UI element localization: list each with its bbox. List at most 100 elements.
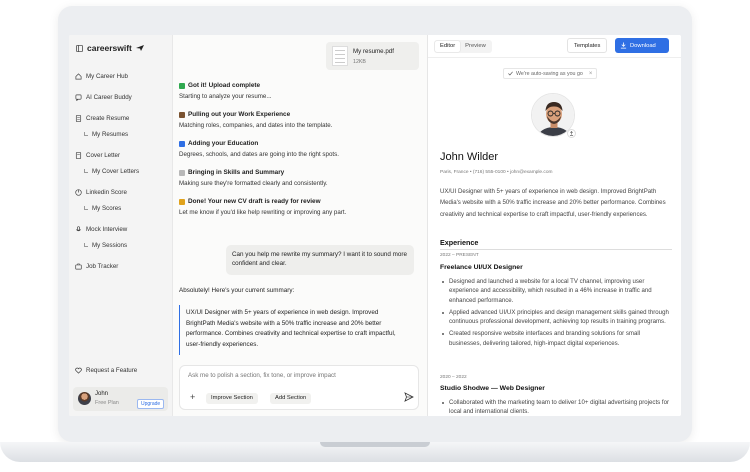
job-dates[interactable]: 2020 – 2022 [440, 375, 467, 380]
quoted-summary: UX/UI Designer with 5+ years of experien… [179, 305, 415, 355]
resume-contact[interactable]: Paris, France • (716) 555-0100 • john@ex… [440, 170, 552, 175]
user-message: Can you help me rewrite my summary? I wa… [226, 245, 414, 275]
sidebar-item-linkedin-score[interactable]: Linkedin Score [75, 185, 169, 199]
editor-panel: Editor Preview Templates Download We're … [428, 35, 681, 416]
sidebar-item-label: My Career Hub [86, 72, 128, 80]
speech-bubble-icon [179, 169, 185, 176]
file-size: 12KB [353, 59, 366, 65]
document-icon [75, 151, 82, 159]
briefcase-icon [179, 111, 185, 118]
step-done: Done! Your new CV draft is ready for rev… [179, 197, 419, 217]
step-title: Got it! Upload complete [188, 82, 261, 89]
resume-summary[interactable]: UX/UI Designer with 5+ years of experien… [440, 186, 672, 220]
tree-branch-icon [84, 132, 88, 136]
file-thumbnail-icon [332, 46, 348, 66]
resume-name[interactable]: John Wilder [440, 151, 498, 163]
download-button[interactable]: Download [615, 38, 669, 53]
sidebar-item-create-resume[interactable]: Create Resume [75, 111, 169, 125]
user-name: John [95, 391, 109, 397]
list-item[interactable]: Designed and launched a website for a lo… [440, 277, 672, 305]
briefcase-icon [75, 263, 82, 269]
sidebar-item-ai-career-buddy[interactable]: AI Career Buddy [75, 90, 169, 104]
user-plan: Free Plan [95, 400, 119, 406]
autosave-text: We're auto-saving as you go [516, 70, 583, 77]
step-description: Matching roles, companies, and dates int… [179, 122, 333, 129]
download-icon [620, 42, 627, 49]
avatar [78, 392, 91, 405]
sidebar-item-label: My Scores [92, 204, 122, 212]
sidebar-item-my-resumes[interactable]: My Resumes [75, 127, 169, 141]
upgrade-button[interactable]: Upgrade [137, 399, 165, 409]
sidebar-item-mock-interview[interactable]: Mock Interview [75, 222, 169, 236]
laptop-notch [320, 442, 430, 447]
templates-button[interactable]: Templates [567, 38, 608, 53]
list-item[interactable]: Collaborated with the marketing team to … [440, 398, 672, 416]
chat-input[interactable] [188, 372, 408, 379]
sidebar-item-label: AI Career Buddy [86, 93, 132, 101]
sidebar-item-my-sessions[interactable]: My Sessions [75, 238, 169, 252]
chat-icon [75, 94, 82, 101]
experience-heading[interactable]: Experience [440, 238, 478, 247]
step-title: Adding your Education [188, 140, 259, 147]
list-item[interactable]: Created responsive website interfaces an… [440, 329, 672, 348]
add-section-chip[interactable]: Add Section [270, 393, 312, 404]
plus-icon[interactable]: + [190, 392, 195, 402]
job-title[interactable]: Freelance UI/UX Designer [440, 264, 523, 271]
tree-branch-icon [84, 243, 88, 247]
request-feature-label: Request a Feature [86, 367, 138, 374]
tree-branch-icon [84, 206, 88, 210]
app-window: careerswift My Career Hub AI Career Budd… [69, 35, 681, 416]
step-title: Done! Your new CV draft is ready for rev… [188, 198, 321, 205]
tree-branch-icon [84, 169, 88, 173]
job-title[interactable]: Studio Shodwe — Web Designer [440, 385, 545, 392]
step-work-experience: Pulling out your Work Experience Matchin… [179, 110, 419, 130]
sidebar: careerswift My Career Hub AI Career Budd… [69, 35, 173, 416]
job-bullets: Designed and launched a website for a lo… [440, 277, 672, 351]
section-divider [440, 249, 672, 250]
book-icon [179, 140, 185, 147]
divider [428, 57, 681, 58]
chart-icon [75, 188, 82, 196]
step-education: Adding your Education Degrees, schools, … [179, 139, 419, 159]
document-icon [75, 114, 82, 122]
upload-icon[interactable] [567, 129, 576, 138]
user-card[interactable]: John Free Plan Upgrade [73, 387, 168, 411]
step-description: Making sure they're formatted clearly an… [179, 180, 328, 187]
sidebar-item-job-tracker[interactable]: Job Tracker [75, 259, 169, 273]
send-icon[interactable] [404, 392, 414, 402]
paper-plane-icon [135, 45, 144, 51]
step-skills-summary: Bringing in Skills and Summary Making su… [179, 168, 419, 188]
sidebar-item-my-career-hub[interactable]: My Career Hub [75, 69, 169, 83]
microphone-icon [76, 225, 81, 231]
sidebar-item-label: Create Resume [86, 114, 130, 122]
assistant-reply: Absolutely! Here's your current summary: [179, 287, 295, 294]
sidebar-item-label: My Resumes [92, 130, 129, 138]
brand-logo[interactable]: careerswift [76, 43, 144, 53]
chat-panel: My resume.pdf 12KB Got it! Upload comple… [173, 35, 428, 416]
request-feature-link[interactable]: Request a Feature [75, 367, 137, 374]
tab-preview[interactable]: Preview [460, 41, 491, 52]
sidebar-item-cover-letter[interactable]: Cover Letter [75, 148, 169, 162]
list-item[interactable]: Applied advanced UI/UX principles and de… [440, 308, 672, 327]
sidebar-item-label: Mock Interview [86, 225, 128, 233]
sidebar-item-my-scores[interactable]: My Scores [75, 201, 169, 215]
close-icon[interactable]: × [589, 71, 593, 77]
job-bullets: Collaborated with the marketing team to … [440, 398, 672, 416]
improve-section-chip[interactable]: Improve Section [206, 393, 258, 404]
sidebar-item-label: My Sessions [92, 241, 128, 249]
autosave-toast: We're auto-saving as you go × [503, 68, 598, 79]
step-description: Let me know if you'd like help rewriting… [179, 209, 347, 216]
sidebar-item-label: My Cover Letters [92, 167, 140, 175]
step-description: Degrees, schools, and dates are going in… [179, 151, 339, 158]
uploaded-file[interactable]: My resume.pdf 12KB [326, 42, 419, 70]
sidebar-toggle-icon[interactable] [76, 44, 83, 52]
check-icon [179, 82, 185, 89]
job-dates[interactable]: 2022 – PRESENT [440, 253, 479, 258]
chat-composer: + Improve Section Add Section [179, 365, 419, 410]
sidebar-item-my-cover-letters[interactable]: My Cover Letters [75, 164, 169, 178]
sidebar-item-label: Cover Letter [86, 151, 121, 159]
home-icon [75, 72, 82, 79]
sidebar-item-label: Linkedin Score [86, 188, 127, 196]
tab-editor[interactable]: Editor [435, 41, 461, 52]
heart-icon [75, 367, 82, 374]
